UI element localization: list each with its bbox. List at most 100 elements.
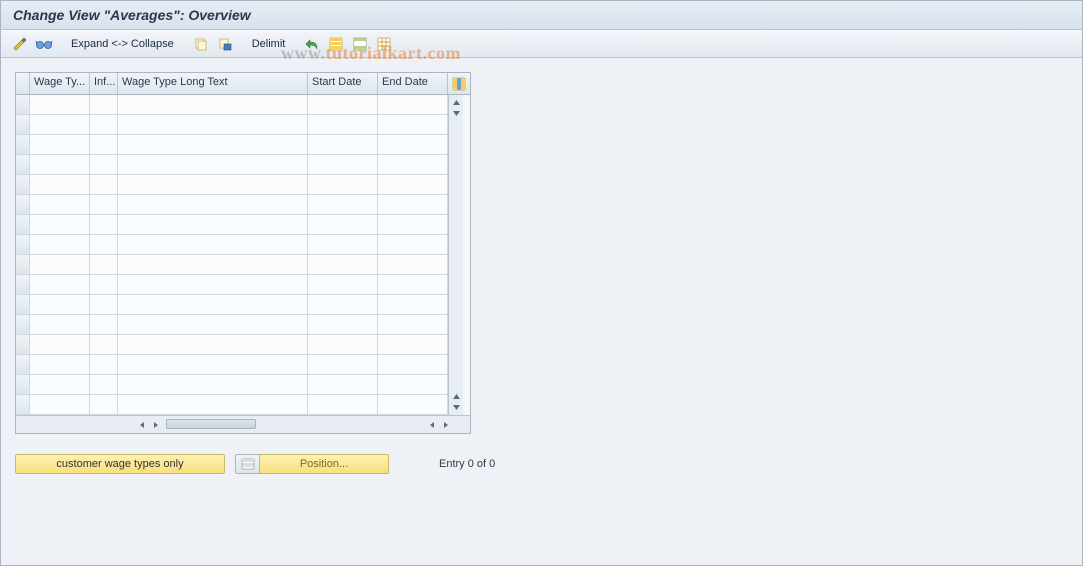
cell-wage-type[interactable] [30,235,90,254]
horizontal-scrollbar[interactable] [16,415,470,433]
row-selector[interactable] [16,395,30,414]
table-row[interactable] [16,355,448,375]
save-variant-icon[interactable] [216,35,234,53]
cell-wage-type[interactable] [30,335,90,354]
row-selector[interactable] [16,275,30,294]
cell-end-date[interactable] [378,95,448,114]
cell-start-date[interactable] [308,395,378,414]
configure-columns-icon[interactable] [448,73,470,94]
cell-wage-long[interactable] [118,375,308,394]
cell-end-date[interactable] [378,155,448,174]
vertical-scrollbar[interactable] [448,95,463,415]
cell-start-date[interactable] [308,155,378,174]
cell-wage-long[interactable] [118,355,308,374]
cell-inf[interactable] [90,215,118,234]
change-icon[interactable] [11,35,29,53]
col-header-inf[interactable]: Inf... [90,73,118,94]
glasses-icon[interactable] [35,35,53,53]
cell-start-date[interactable] [308,115,378,134]
col-header-start-date[interactable]: Start Date [308,73,378,94]
cell-inf[interactable] [90,115,118,134]
table-row[interactable] [16,95,448,115]
cell-wage-long[interactable] [118,315,308,334]
cell-wage-type[interactable] [30,175,90,194]
scroll-up-icon[interactable] [451,391,462,402]
cell-inf[interactable] [90,95,118,114]
customer-wage-types-button[interactable]: customer wage types only [15,454,225,474]
scroll-up-icon[interactable] [451,97,462,108]
cell-wage-type[interactable] [30,355,90,374]
cell-wage-long[interactable] [118,395,308,414]
scroll-right-icon[interactable] [440,419,452,431]
scroll-left-icon[interactable] [426,419,438,431]
table-row[interactable] [16,215,448,235]
row-selector[interactable] [16,375,30,394]
row-selector[interactable] [16,235,30,254]
table-row[interactable] [16,315,448,335]
scroll-right-icon[interactable] [150,419,162,431]
table-row[interactable] [16,395,448,415]
cell-end-date[interactable] [378,315,448,334]
cell-start-date[interactable] [308,275,378,294]
cell-wage-long[interactable] [118,215,308,234]
col-header-wage-long[interactable]: Wage Type Long Text [118,73,308,94]
cell-wage-long[interactable] [118,255,308,274]
cell-wage-long[interactable] [118,335,308,354]
cell-end-date[interactable] [378,215,448,234]
table-row[interactable] [16,255,448,275]
copy-icon[interactable] [192,35,210,53]
cell-end-date[interactable] [378,355,448,374]
row-selector[interactable] [16,335,30,354]
row-selector[interactable] [16,115,30,134]
row-selector[interactable] [16,315,30,334]
cell-wage-long[interactable] [118,175,308,194]
col-header-end-date[interactable]: End Date [378,73,448,94]
cell-start-date[interactable] [308,195,378,214]
cell-wage-type[interactable] [30,295,90,314]
table-row[interactable] [16,115,448,135]
select-all-icon[interactable] [327,35,345,53]
row-selector[interactable] [16,295,30,314]
cell-end-date[interactable] [378,395,448,414]
cell-start-date[interactable] [308,215,378,234]
position-icon[interactable] [235,454,259,474]
row-selector[interactable] [16,195,30,214]
cell-inf[interactable] [90,315,118,334]
cell-end-date[interactable] [378,175,448,194]
scroll-down-icon[interactable] [451,108,462,119]
cell-inf[interactable] [90,135,118,154]
cell-end-date[interactable] [378,135,448,154]
cell-end-date[interactable] [378,255,448,274]
cell-wage-type[interactable] [30,215,90,234]
cell-wage-type[interactable] [30,155,90,174]
row-selector[interactable] [16,135,30,154]
cell-wage-long[interactable] [118,115,308,134]
cell-inf[interactable] [90,395,118,414]
scrollbar-thumb[interactable] [166,419,256,429]
cell-inf[interactable] [90,375,118,394]
row-selector[interactable] [16,175,30,194]
cell-wage-long[interactable] [118,235,308,254]
cell-inf[interactable] [90,255,118,274]
table-row[interactable] [16,295,448,315]
row-selector-header[interactable] [16,73,30,94]
cell-end-date[interactable] [378,195,448,214]
cell-wage-type[interactable] [30,95,90,114]
table-row[interactable] [16,195,448,215]
cell-start-date[interactable] [308,235,378,254]
cell-start-date[interactable] [308,175,378,194]
cell-wage-type[interactable] [30,135,90,154]
table-row[interactable] [16,375,448,395]
col-header-wage-type[interactable]: Wage Ty... [30,73,90,94]
cell-end-date[interactable] [378,235,448,254]
cell-wage-long[interactable] [118,95,308,114]
cell-wage-long[interactable] [118,295,308,314]
cell-wage-long[interactable] [118,135,308,154]
cell-wage-type[interactable] [30,115,90,134]
cell-end-date[interactable] [378,335,448,354]
cell-end-date[interactable] [378,295,448,314]
row-selector[interactable] [16,215,30,234]
cell-start-date[interactable] [308,135,378,154]
cell-inf[interactable] [90,175,118,194]
cell-start-date[interactable] [308,255,378,274]
